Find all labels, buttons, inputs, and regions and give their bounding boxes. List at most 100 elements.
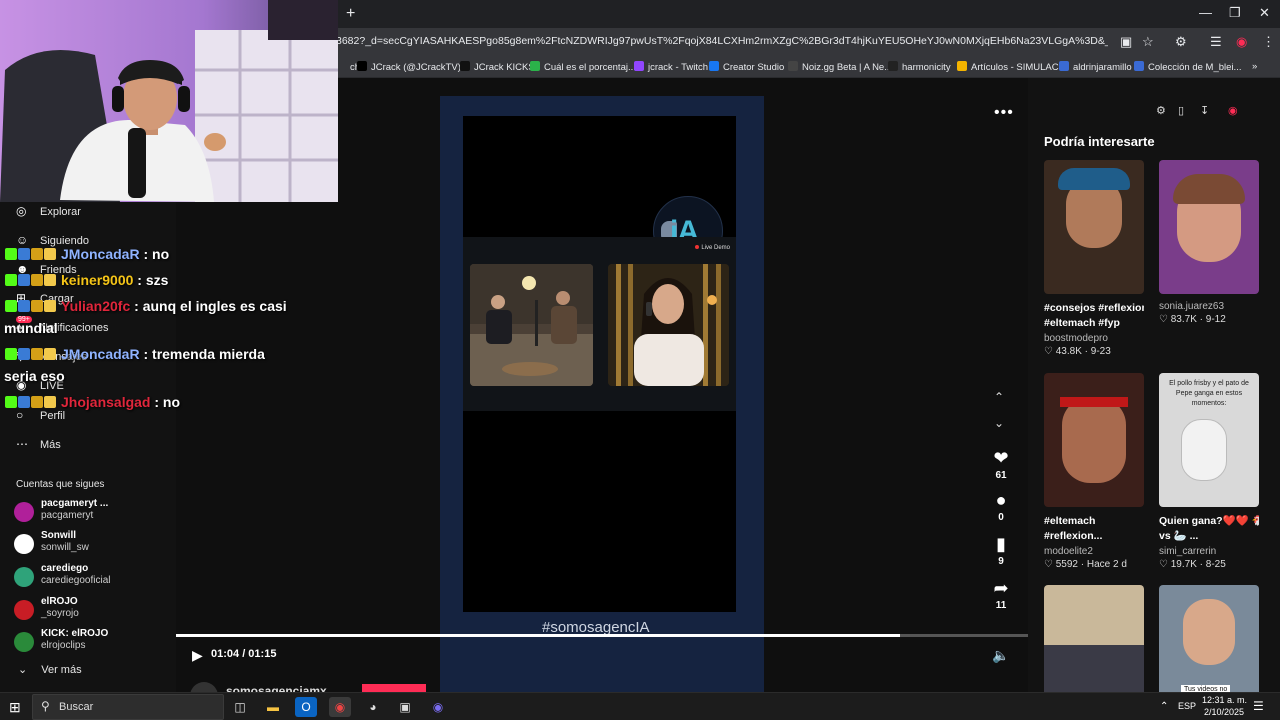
language-indicator[interactable]: ESP	[1178, 701, 1196, 711]
like-button[interactable]: ❤ 61	[988, 448, 1014, 481]
account-name: Sonwill	[41, 530, 76, 541]
clock-time[interactable]: 12:31 a. m.	[1202, 695, 1247, 705]
install-app-icon[interactable]: ▣	[1120, 34, 1132, 50]
chat-badge-icon	[44, 348, 56, 360]
device-icon[interactable]: ▯	[1178, 104, 1184, 117]
video-caption[interactable]: #eltemach	[1044, 514, 1144, 529]
card-likes: 5592	[1055, 559, 1078, 570]
share-button[interactable]: ➦ 11	[988, 578, 1014, 611]
video-progress-bar[interactable]	[176, 634, 1028, 637]
outlook-icon[interactable]: O	[295, 697, 317, 717]
card-author[interactable]: modoelite2	[1044, 546, 1144, 557]
card-author[interactable]: simi_carrerin	[1159, 546, 1259, 557]
video-thumbnail[interactable]: CERO	[1044, 160, 1144, 294]
avatar	[14, 567, 34, 587]
chat-message-continuation: mundial	[4, 320, 58, 336]
url-field[interactable]: 3682?_d=secCgYIASAHKAESPgo85g8em%2FtcNZD…	[336, 35, 1108, 47]
new-tab-button[interactable]: +	[346, 5, 355, 23]
bookmark-item[interactable]: Noiz.gg Beta | A Ne...	[788, 61, 892, 73]
video-thumbnail[interactable]: El pollo frisby y el pato de Pepe ganga …	[1159, 373, 1259, 507]
minimize-icon[interactable]: —	[1199, 5, 1212, 20]
app-window-icon[interactable]: ▣	[394, 697, 416, 717]
bookmark-item[interactable]: Artículos - SIMULAC...	[957, 61, 1067, 73]
video-caption[interactable]: vs 🦢 ...	[1159, 529, 1259, 544]
followed-account[interactable]: elROJO _soyrojo	[14, 596, 174, 626]
followed-account[interactable]: KICK: elROJO elrojoclips	[14, 628, 174, 658]
tray-chevron-icon[interactable]: ⌃	[1160, 701, 1168, 712]
close-icon[interactable]: ✕	[1259, 5, 1270, 21]
facebook-icon	[709, 61, 719, 71]
chat-badge-icon	[44, 300, 56, 312]
obs-icon[interactable]: ◕	[362, 697, 384, 717]
video-time: 01:04 / 01:15	[211, 648, 277, 660]
chrome-icon[interactable]: ◉	[329, 697, 351, 717]
bookmark-label: Artículos - SIMULAC...	[971, 62, 1067, 73]
bookmark-item[interactable]: aldrinjaramillo	[1059, 61, 1132, 73]
discord-icon[interactable]: ◉	[427, 697, 449, 717]
profile-avatar-icon[interactable]: ◉	[1236, 34, 1247, 50]
recommended-video-card[interactable]: El pollo frisby y el pato de Pepe ganga …	[1159, 373, 1259, 570]
bookmark-item[interactable]: Cuál es el porcentaj...	[530, 61, 636, 73]
card-meta: ♡ 5592 · Hace 2 d	[1044, 559, 1144, 570]
bookmark-star-icon[interactable]: ☆	[1142, 34, 1154, 50]
chat-badge-icon	[31, 348, 43, 360]
card-author[interactable]: sonia.juarez63	[1159, 301, 1259, 312]
video-caption[interactable]: #consejos #reflexion	[1044, 301, 1144, 316]
bookmark-item[interactable]: Creator Studio	[709, 61, 784, 73]
file-explorer-icon[interactable]: ▬	[262, 697, 284, 717]
windows-start-icon[interactable]: ⊞	[9, 699, 21, 716]
extensions-icon[interactable]: ⚙	[1175, 34, 1187, 50]
comment-button[interactable]: ● 0	[988, 490, 1014, 523]
browser-menu-icon[interactable]: ⋮	[1262, 34, 1275, 50]
extension-badge-icon[interactable]: ◉	[1228, 104, 1238, 117]
taskbar-search[interactable]: ⚲ Buscar	[32, 694, 224, 720]
save-button[interactable]: ▮ 9	[988, 534, 1014, 567]
nav-item-explorar[interactable]: ◎ Explorar	[16, 204, 81, 218]
bookmark-label: JCrack (@JCrackTV)...	[371, 62, 469, 73]
next-video-icon[interactable]: ⌄	[994, 416, 1004, 430]
recommended-video-card[interactable]: CERO #consejos #reflexion#eltemach #fyp bo…	[1044, 160, 1144, 357]
chat-text: no	[152, 246, 170, 262]
video-caption[interactable]: #eltemach #fyp	[1044, 316, 1144, 331]
play-icon[interactable]: ▶	[192, 647, 203, 664]
card-date: Hace 2 d	[1086, 559, 1127, 570]
live-demo-label: Live Demo	[695, 245, 730, 251]
nav-item-perfil[interactable]: ○ Perfil	[16, 408, 65, 422]
nav-item-más[interactable]: ⋯ Más	[16, 437, 61, 451]
bookmarks-overflow-icon[interactable]: »	[1252, 61, 1257, 72]
restore-icon[interactable]: ❐	[1229, 5, 1241, 21]
download-icon[interactable]: ↧	[1200, 104, 1209, 117]
nav-item-siguiendo[interactable]: ☺ Siguiendo	[16, 233, 89, 247]
settings-icon[interactable]: ⚙	[1156, 104, 1166, 117]
bookmark-item[interactable]: Colección de M_blei...	[1134, 61, 1241, 73]
bookmark-item[interactable]: jcrack - Twitch	[634, 61, 708, 73]
video-thumbnail[interactable]	[1044, 373, 1144, 507]
video-player[interactable]: iA Live Demo	[463, 116, 736, 612]
recommended-video-card[interactable]: sonia.juarez63 ♡ 83.7K · 9-12	[1159, 160, 1259, 325]
video-caption[interactable]: Quien gana?❤️❤️ 🐔	[1159, 514, 1259, 529]
volume-icon[interactable]: 🔈	[992, 647, 1009, 664]
more-options-icon[interactable]: •••	[994, 104, 1014, 122]
account-name: elROJO	[41, 596, 78, 607]
followed-account[interactable]: carediego carediegooficial	[14, 563, 174, 593]
chat-text: aunq el ingles es casi	[142, 298, 287, 314]
bookmark-item[interactable]: JCrack (@JCrackTV)...	[357, 61, 469, 73]
bookmark-item[interactable]: JCrack KICKS	[460, 61, 535, 73]
bookmark-item[interactable]: harmonicity	[888, 61, 951, 73]
chat-badge-icon	[44, 274, 56, 286]
card-author[interactable]: boostmodepro	[1044, 333, 1144, 344]
followed-account[interactable]: pacgameryt ... pacgameryt	[14, 498, 174, 528]
previous-video-icon[interactable]: ⌃	[994, 390, 1004, 404]
video-caption[interactable]: #reflexion...	[1044, 529, 1144, 544]
notifications-icon[interactable]: ☰	[1253, 699, 1264, 713]
card-meta: ♡ 19.7K · 8-25	[1159, 559, 1259, 570]
task-view-icon[interactable]: ◫	[229, 697, 251, 717]
recommended-video-card[interactable]: #eltemach #reflexion... modoelite2 ♡ 5592 ·…	[1044, 373, 1144, 570]
clock-date[interactable]: 2/10/2025	[1204, 707, 1244, 717]
media-icon[interactable]: ☰	[1210, 34, 1222, 50]
chat-username: JMoncadaR	[61, 346, 140, 362]
followed-account[interactable]: Sonwill sonwill_sw	[14, 530, 174, 560]
bookmark-icon	[1134, 61, 1144, 71]
see-more-button[interactable]: ⌄ Ver más	[18, 663, 82, 676]
video-thumbnail[interactable]	[1159, 160, 1259, 294]
